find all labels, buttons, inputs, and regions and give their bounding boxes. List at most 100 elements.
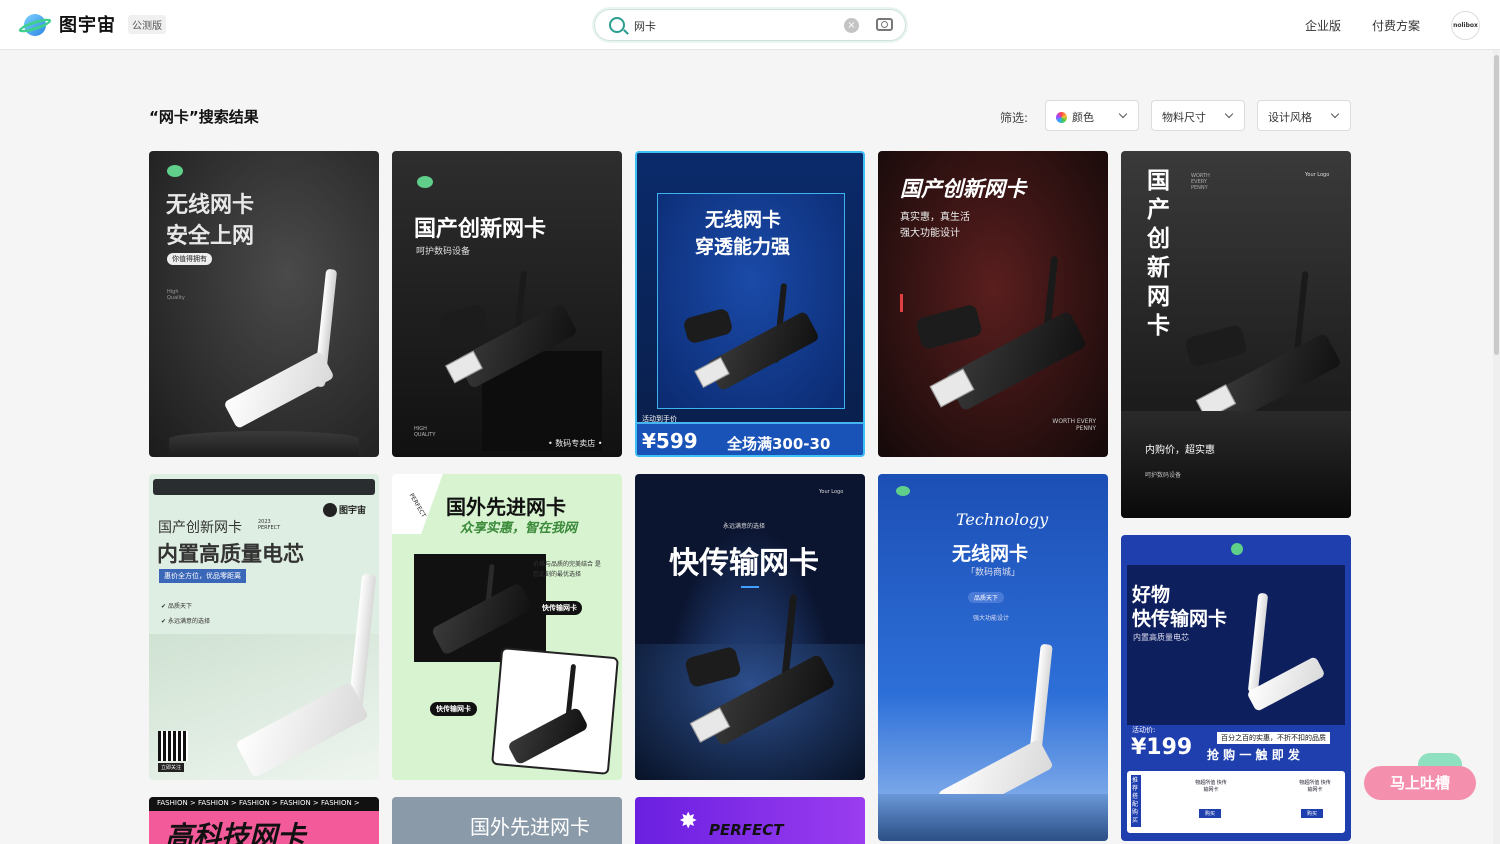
app-logo[interactable]: 图宇宙 公测版 bbox=[17, 11, 166, 37]
beta-badge: 公测版 bbox=[128, 14, 166, 34]
brand-icon bbox=[896, 486, 910, 496]
template-card[interactable]: PERFECT 国外先进网卡 众享实惠，智在我网 价格与品质的完美结合 是您此刻… bbox=[392, 474, 622, 780]
your-logo: Your Logo bbox=[819, 489, 844, 495]
avatar[interactable]: nolibox bbox=[1451, 11, 1480, 40]
card-title-line2: 快传输网卡 bbox=[1132, 608, 1228, 630]
chevron-down-icon bbox=[1224, 109, 1234, 119]
accent-dash bbox=[741, 586, 759, 588]
side-vertical: 推荐搭配购买 bbox=[1131, 775, 1141, 827]
card-tag: 品质天下 bbox=[968, 592, 1005, 603]
price: ¥599 bbox=[642, 429, 698, 453]
mini-text-1: 物超所值 快传输网卡 bbox=[1195, 780, 1227, 793]
card-tag: 你值得拥有 bbox=[167, 253, 212, 265]
filter-color-dropdown[interactable]: 颜色 bbox=[1045, 100, 1139, 131]
card-tag-2: 快传输网卡 bbox=[430, 702, 477, 716]
your-logo: Your Logo bbox=[1305, 172, 1330, 178]
card-slogan: 众享实惠，智在我网 bbox=[460, 521, 578, 536]
template-card[interactable]: 国产创新网卡 WORTH EVERY PENNY Your Logo 内购价，超… bbox=[1121, 151, 1351, 518]
filter-size-label: 物料尺寸 bbox=[1162, 111, 1206, 124]
adapter-cap bbox=[914, 303, 984, 351]
nav-enterprise[interactable]: 企业版 bbox=[1305, 17, 1341, 34]
card-title: 国产创新网卡 bbox=[414, 217, 547, 242]
mini-button-2: 购买 bbox=[1301, 809, 1324, 818]
card-kicker: 永远满意的选择 bbox=[723, 523, 766, 530]
logo-text: 图宇宙 bbox=[59, 15, 116, 36]
card-title: 快传输网卡 bbox=[669, 546, 819, 581]
pedestal bbox=[169, 431, 359, 457]
card-title: 国外先进网卡 bbox=[446, 495, 566, 519]
card-subtitle: 「数码商城」 bbox=[966, 568, 1021, 578]
qr-label: 立即关注 bbox=[158, 763, 185, 772]
card-cta: 抢 购 一 触 即 发 bbox=[1207, 748, 1300, 762]
template-card[interactable]: 国产创新网卡 真实惠，真生活 强大功能设计 WORTH EVERY PENNY bbox=[878, 151, 1108, 457]
template-card[interactable]: Your Logo 永远满意的选择 快传输网卡 bbox=[635, 474, 865, 780]
card-title-line1: 好物 bbox=[1132, 584, 1171, 606]
brand-icon bbox=[167, 165, 183, 177]
filter-label: 筛选: bbox=[1000, 111, 1029, 125]
filter-style-label: 设计风格 bbox=[1268, 111, 1312, 124]
scrollbar-thumb[interactable] bbox=[1494, 55, 1499, 355]
card-line2: 强大功能设计 bbox=[900, 228, 960, 239]
card-title-line2: 穿透能力强 bbox=[695, 236, 791, 258]
card-subtitle: 内置高质量电芯 bbox=[1133, 633, 1189, 642]
template-card[interactable]: FASHION > FASHION > FASHION > FASHION > … bbox=[149, 797, 379, 844]
adapter-cap bbox=[1184, 324, 1248, 368]
card-footer: WORTH EVERY PENNY bbox=[1052, 418, 1096, 432]
mini-text-2: 物超所值 快传输网卡 bbox=[1299, 780, 1331, 793]
color-wheel-icon bbox=[1056, 112, 1067, 123]
check-item-2: ✔ 永远满意的选择 bbox=[161, 618, 210, 625]
template-card[interactable]: ✸ PERFECT bbox=[635, 797, 865, 844]
side-text: WORTH EVERY PENNY bbox=[1191, 173, 1210, 191]
card-ticker: FASHION > FASHION > FASHION > FASHION > … bbox=[149, 797, 379, 811]
ribbon: 惠价全方位，优品零距离 bbox=[159, 569, 246, 583]
search-bar[interactable]: 网卡 × bbox=[594, 9, 906, 41]
template-card[interactable]: 国产创新网卡 呵护数码设备 HIGH QUALITY • 数码专卖店 • bbox=[392, 151, 622, 457]
card-line1: 真实惠，真生活 bbox=[900, 212, 970, 223]
template-card[interactable]: 好物 快传输网卡 内置高质量电芯 活动价: ¥199 百分之百的实惠，不折不扣的… bbox=[1121, 535, 1351, 841]
sparkle-icon: ✸ bbox=[679, 809, 698, 834]
filter-size-dropdown[interactable]: 物料尺寸 bbox=[1151, 100, 1245, 131]
search-icon[interactable] bbox=[609, 17, 625, 33]
feedback-button[interactable]: 马上吐槽 bbox=[1364, 766, 1476, 800]
card-blurb: 价格与品质的完美结合 是您此刻的最优选择 bbox=[533, 561, 601, 578]
planet-logo-icon bbox=[17, 11, 53, 37]
nav-pricing[interactable]: 付费方案 bbox=[1372, 17, 1420, 34]
promo-text: 全场满300-30 bbox=[727, 435, 831, 453]
template-card[interactable]: 无线网卡 穿透能力强 活动到手价 ¥599 全场满300-30 bbox=[635, 151, 865, 457]
camera-icon[interactable] bbox=[876, 18, 893, 31]
card-subtitle: 呵护数码设备 bbox=[416, 247, 471, 257]
card-banner: 百分之百的实惠，不折不扣的品质 bbox=[1217, 732, 1330, 744]
card-footer-left: HIGH QUALITY bbox=[414, 426, 436, 438]
top-bar: 图宇宙 公测版 网卡 × 企业版 付费方案 nolibox bbox=[0, 0, 1500, 50]
product-card bbox=[491, 647, 619, 775]
card-title-line1: 无线网卡 bbox=[166, 193, 255, 218]
rock-base bbox=[1121, 411, 1351, 518]
card-title-big: 内置高质量电芯 bbox=[157, 542, 304, 566]
card-title-small: 国产创新网卡 bbox=[158, 520, 242, 536]
price: ¥199 bbox=[1131, 735, 1193, 760]
card-caption: 内购价，超实惠 bbox=[1145, 445, 1215, 456]
template-card[interactable]: 无线网卡 安全上网 你值得拥有 High Quality bbox=[149, 151, 379, 457]
card-title: 无线网卡 bbox=[952, 543, 1029, 565]
card-footer-right: • 数码专卖店 • bbox=[548, 439, 603, 448]
card-title-line1: 无线网卡 bbox=[705, 209, 782, 231]
filter-style-dropdown[interactable]: 设计风格 bbox=[1257, 100, 1351, 131]
accent-chevrons bbox=[900, 294, 910, 312]
template-card[interactable]: 图宇宙 国产创新网卡 2023 PERFECT 内置高质量电芯 惠价全方位，优品… bbox=[149, 474, 379, 780]
filter-color-label: 颜色 bbox=[1072, 111, 1094, 124]
card-title: 国产创新网卡 bbox=[900, 177, 1026, 201]
qr-code bbox=[158, 731, 188, 761]
check-item-1-label: 品质天下 bbox=[167, 603, 192, 610]
results-title: “网卡”搜索结果 bbox=[149, 108, 259, 126]
card-subcaption: 呵护数码设备 bbox=[1145, 472, 1182, 479]
card-note: 强大功能设计 bbox=[973, 615, 1010, 622]
chevron-down-icon bbox=[1118, 109, 1128, 119]
check-item-1: ✔ 品质天下 bbox=[161, 603, 192, 610]
price-label: 活动价: bbox=[1132, 726, 1156, 734]
template-card[interactable]: 国外先进网卡 bbox=[392, 797, 622, 844]
template-card[interactable]: Technology 无线网卡 「数码商城」 品质天下 强大功能设计 bbox=[878, 474, 1108, 841]
clear-icon[interactable]: × bbox=[844, 18, 859, 33]
search-input[interactable]: 网卡 bbox=[634, 18, 656, 34]
card-title: 国外先进网卡 bbox=[470, 815, 590, 839]
top-strip bbox=[153, 479, 375, 495]
